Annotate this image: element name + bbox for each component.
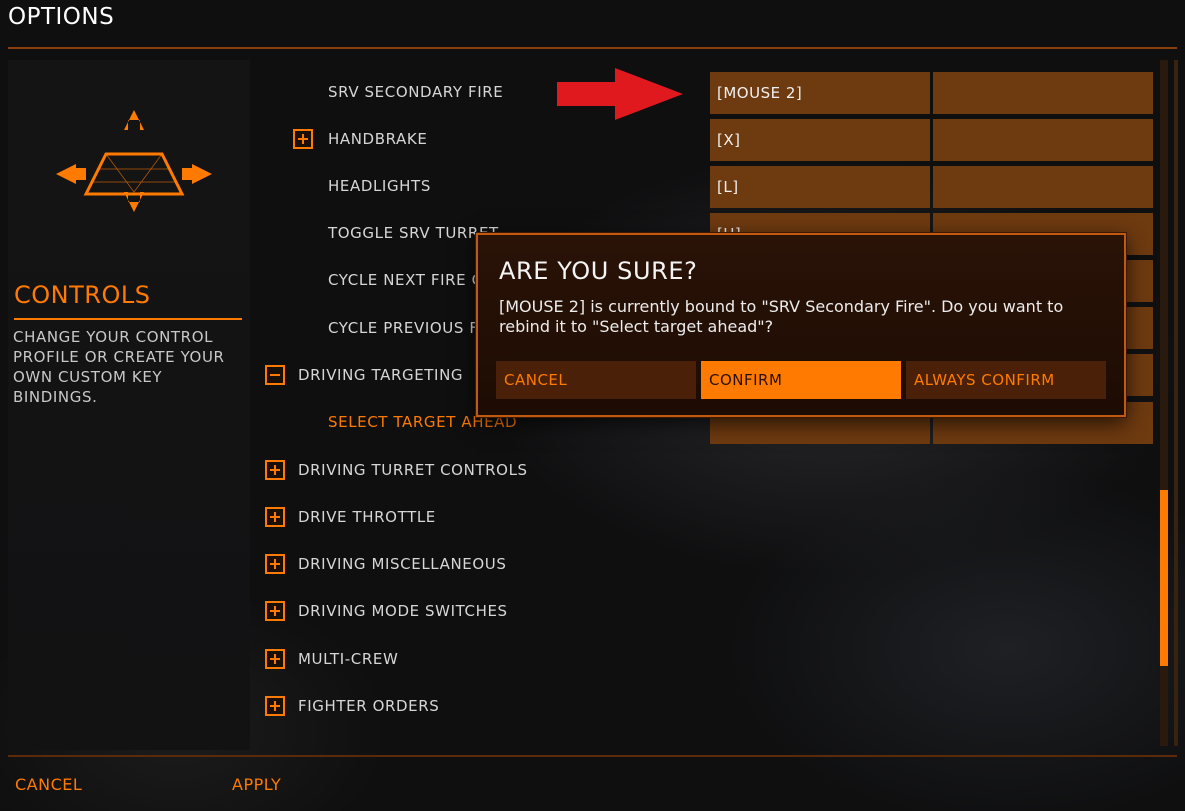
left-panel: CONTROLS CHANGE YOUR CONTROL PROFILE OR … xyxy=(8,60,250,750)
plus-icon[interactable] xyxy=(293,129,313,149)
arrow-right-icon xyxy=(182,164,212,184)
dialog-message: [MOUSE 2] is currently bound to "SRV Sec… xyxy=(499,297,1064,336)
binding-value: [MOUSE 2] xyxy=(717,84,803,102)
plus-icon[interactable] xyxy=(265,460,285,480)
list-item-label: HEADLIGHTS xyxy=(328,177,431,195)
dialog-cancel-button[interactable]: CANCEL xyxy=(496,361,696,399)
ship-icon xyxy=(56,110,212,212)
category-driving-turret-controls[interactable]: DRIVING TURRET CONTROLS xyxy=(262,448,700,492)
binding-primary-headlights[interactable] xyxy=(710,166,930,208)
section-divider xyxy=(14,318,242,320)
category-driving-mode-switches[interactable]: DRIVING MODE SWITCHES xyxy=(262,589,700,633)
confirm-dialog: ARE YOU SURE? [MOUSE 2] is currently bou… xyxy=(476,233,1126,417)
scrollbar-thumb[interactable] xyxy=(1160,490,1168,666)
red-arrow-icon xyxy=(557,68,683,120)
plus-icon[interactable] xyxy=(265,554,285,574)
cancel-button[interactable]: CANCEL xyxy=(15,775,82,794)
category-label: DRIVING MODE SWITCHES xyxy=(298,602,508,620)
binding-value: [X] xyxy=(717,131,741,149)
binding-secondary-headlights[interactable] xyxy=(933,166,1153,208)
arrow-up-icon xyxy=(124,110,144,130)
section-description: CHANGE YOUR CONTROL PROFILE OR CREATE YO… xyxy=(13,328,225,406)
category-label: DRIVING MISCELLANEOUS xyxy=(298,555,507,573)
plus-icon[interactable] xyxy=(265,649,285,669)
header-divider xyxy=(8,47,1177,49)
category-label: MULTI-CREW xyxy=(298,650,399,668)
binding-primary-handbrake[interactable] xyxy=(710,119,930,161)
category-label: DRIVING TURRET CONTROLS xyxy=(298,461,528,479)
category-label: DRIVING TARGETING xyxy=(298,366,464,384)
minus-icon[interactable] xyxy=(265,365,285,385)
scrollbar-edge xyxy=(1174,60,1178,746)
binding-value: [L] xyxy=(717,178,739,196)
list-item-label: HANDBRAKE xyxy=(328,130,428,148)
category-drive-throttle[interactable]: DRIVE THROTTLE xyxy=(262,495,700,539)
footer-divider xyxy=(8,755,1177,757)
binding-secondary-srv-secondary-fire[interactable] xyxy=(933,72,1153,114)
apply-button[interactable]: APPLY xyxy=(232,775,281,794)
category-driving-miscellaneous[interactable]: DRIVING MISCELLANEOUS xyxy=(262,542,700,586)
dialog-always-confirm-button[interactable]: ALWAYS CONFIRM xyxy=(906,361,1106,399)
dialog-confirm-button[interactable]: CONFIRM xyxy=(701,361,901,399)
list-item-label: SRV SECONDARY FIRE xyxy=(328,83,504,101)
category-fighter-orders[interactable]: FIGHTER ORDERS xyxy=(262,684,700,728)
plus-icon[interactable] xyxy=(265,696,285,716)
dialog-title: ARE YOU SURE? xyxy=(499,257,698,285)
binding-secondary-handbrake[interactable] xyxy=(933,119,1153,161)
list-item-label: TOGGLE SRV TURRET xyxy=(328,224,499,242)
window-title: OPTIONS xyxy=(8,4,115,30)
category-label: DRIVE THROTTLE xyxy=(298,508,436,526)
list-item-handbrake[interactable]: HANDBRAKE xyxy=(262,117,700,161)
list-item-headlights[interactable]: HEADLIGHTS xyxy=(262,164,700,208)
plus-icon[interactable] xyxy=(265,601,285,621)
category-label: FIGHTER ORDERS xyxy=(298,697,440,715)
section-title: CONTROLS xyxy=(14,281,151,309)
arrow-left-icon xyxy=(56,164,86,184)
plus-icon[interactable] xyxy=(265,507,285,527)
category-multi-crew[interactable]: MULTI-CREW xyxy=(262,637,700,681)
